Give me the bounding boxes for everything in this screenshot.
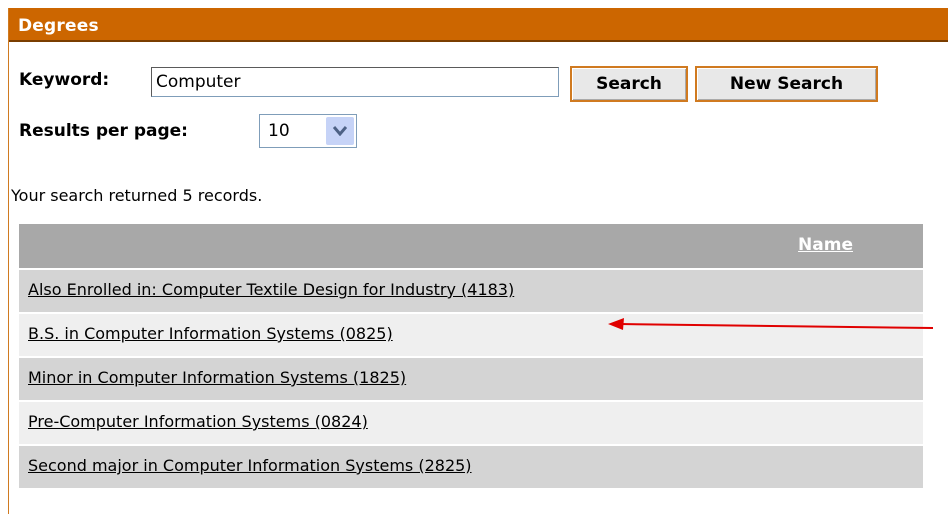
results-summary: Your search returned 5 records. (11, 186, 263, 205)
degree-link[interactable]: Pre-Computer Information Systems (0824) (28, 412, 368, 431)
results-per-page-value: 10 (268, 121, 290, 141)
table-row: Also Enrolled in: Computer Textile Desig… (19, 268, 923, 312)
degree-link[interactable]: Also Enrolled in: Computer Textile Desig… (28, 280, 514, 299)
new-search-button[interactable]: New Search (695, 66, 878, 102)
name-column-header[interactable]: Name (798, 235, 853, 255)
table-row: Minor in Computer Information Systems (1… (19, 356, 923, 400)
results-table: Name Also Enrolled in: Computer Textile … (19, 224, 923, 488)
panel-header: Degrees (9, 8, 948, 42)
annotation-arrow-icon (608, 318, 934, 330)
table-row: Second major in Computer Information Sys… (19, 444, 923, 488)
keyword-label: Keyword: (19, 70, 110, 90)
search-button[interactable]: Search (570, 66, 688, 102)
results-per-page-select[interactable]: 10 (259, 114, 357, 148)
table-header: Name (19, 224, 923, 268)
degree-link[interactable]: Minor in Computer Information Systems (1… (28, 368, 406, 387)
results-per-page-label: Results per page: (19, 121, 188, 141)
chevron-down-icon[interactable] (326, 117, 354, 145)
degree-link[interactable]: Second major in Computer Information Sys… (28, 456, 472, 475)
keyword-input[interactable] (151, 67, 559, 97)
panel-title: Degrees (18, 16, 99, 36)
degree-link[interactable]: B.S. in Computer Information Systems (08… (28, 324, 393, 343)
table-row: Pre-Computer Information Systems (0824) (19, 400, 923, 444)
